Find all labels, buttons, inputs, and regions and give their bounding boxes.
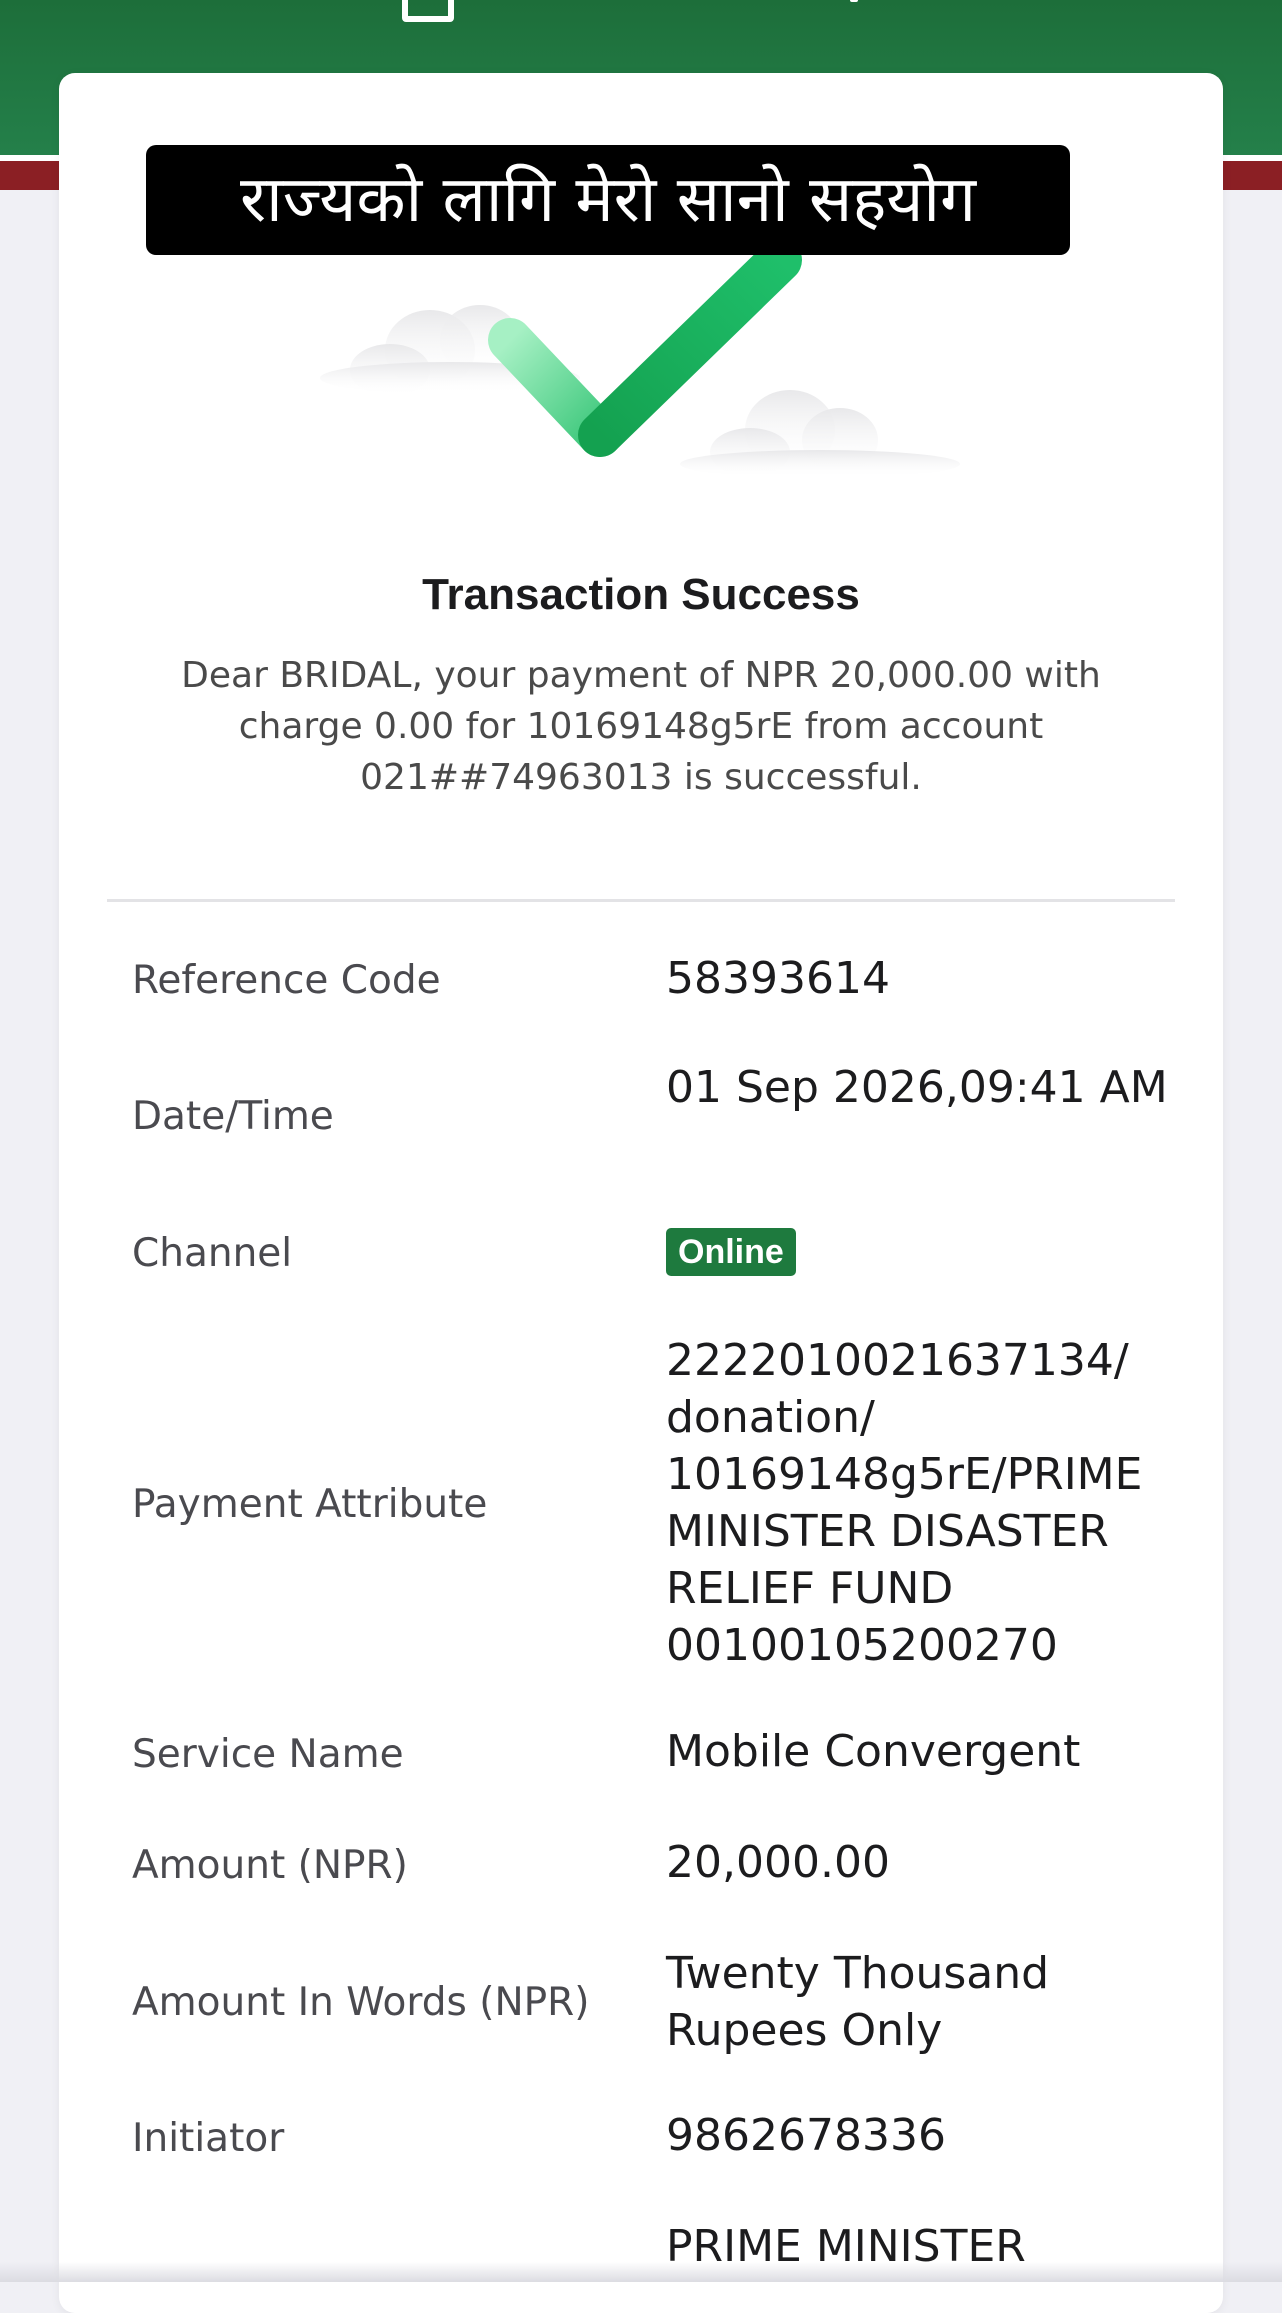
header-title-fragment [850, 0, 858, 2]
payment-attribute-value: 2222010021637134/ donation/ 10169148g5rE… [666, 1335, 1143, 1671]
date-time-label: Date/Time [132, 1094, 334, 1139]
back-icon[interactable] [402, 0, 454, 22]
amount-value: 20,000.00 [666, 1837, 890, 1888]
caption-overlay: राज्यको लागि मेरो सानो सहयोग [146, 145, 1070, 255]
checkmark-success-icon [320, 238, 960, 478]
service-name-label: Service Name [132, 1732, 404, 1777]
service-name-value: Mobile Convergent [666, 1726, 1081, 1777]
initiator-label: Initiator [132, 2116, 285, 2161]
initiator-value: 9862678336 [666, 2110, 946, 2161]
channel-label: Channel [132, 1231, 293, 1276]
amount-label: Amount (NPR) [132, 1843, 408, 1888]
transaction-status-message: Dear BRIDAL, your payment of NPR 20,000.… [181, 655, 1101, 798]
reference-code-label: Reference Code [132, 958, 441, 1003]
reference-code-value: 58393614 [666, 953, 890, 1004]
date-time-value: 01 Sep 2026,09:41 AM [666, 1062, 1168, 1113]
cloud-right [680, 390, 960, 478]
section-divider [107, 899, 1175, 902]
transaction-status-title: Transaction Success [422, 570, 860, 619]
scroll-edge [0, 2262, 1282, 2282]
channel-badge: Online [666, 1228, 796, 1276]
amount-in-words-label: Amount In Words (NPR) [132, 1980, 590, 2025]
payment-attribute-label: Payment Attribute [132, 1482, 488, 1527]
amount-in-words-value: Twenty Thousand Rupees Only [666, 1948, 1050, 2056]
